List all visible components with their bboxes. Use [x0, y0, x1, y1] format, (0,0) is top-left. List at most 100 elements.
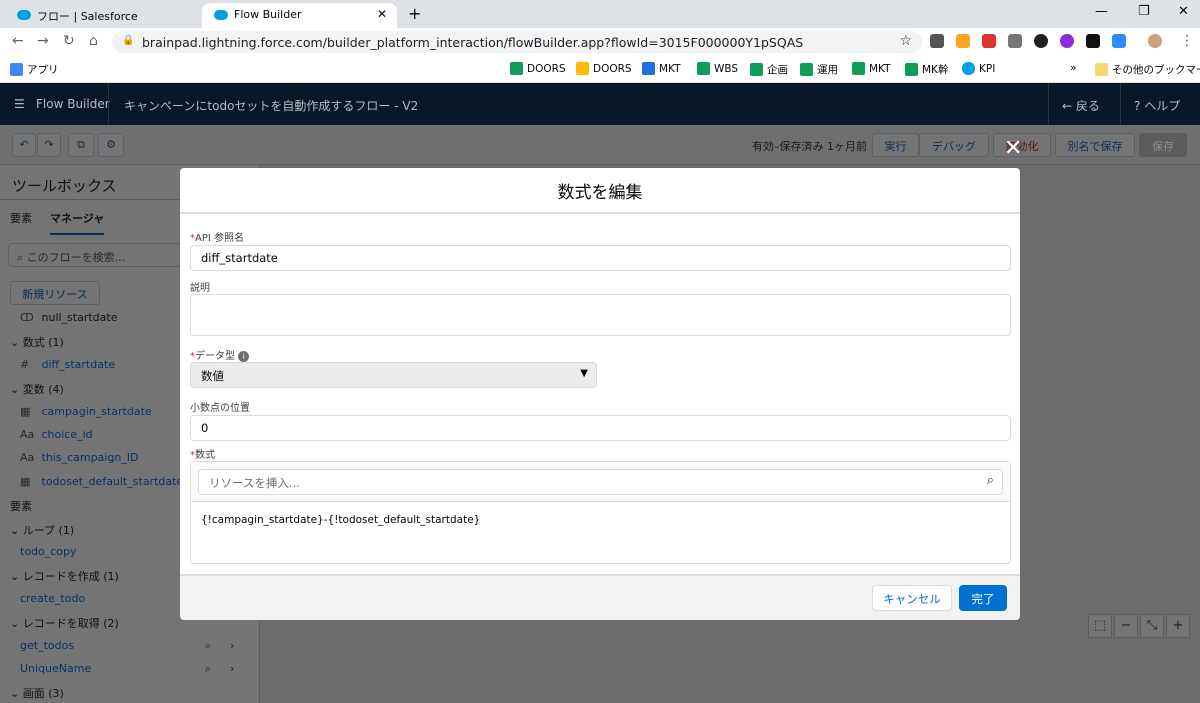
data-type-select[interactable]: 数値 ▼ — [190, 362, 597, 388]
search-icon[interactable]: ⌕ — [205, 662, 211, 676]
run-button[interactable]: 実行 — [872, 133, 919, 157]
minimize-button[interactable]: — — [1095, 4, 1108, 19]
zoom-out-icon[interactable]: − — [1114, 614, 1138, 638]
redo-icon[interactable]: ↷ — [37, 133, 61, 157]
extension-icon[interactable] — [1086, 34, 1100, 48]
app-launcher-icon[interactable]: ☰ — [14, 97, 25, 111]
modal-footer: キャンセル 完了 — [180, 574, 1020, 620]
undo-icon[interactable]: ↶ — [12, 133, 36, 157]
calendar-icon: ▦ — [20, 474, 31, 488]
text-icon: Aa — [20, 428, 35, 441]
copy-icon[interactable]: ⧉ — [68, 133, 94, 157]
browser-tab-active[interactable]: Flow Builder ✕ — [202, 3, 397, 28]
home-icon[interactable]: ⌂ — [89, 33, 98, 49]
bookmark[interactable]: DOORS — [510, 62, 566, 75]
chevron-right-icon[interactable]: › — [230, 639, 234, 652]
choice-icon: ↀ — [20, 311, 34, 324]
info-icon: i — [238, 351, 250, 362]
browser-tab[interactable]: フロー | Salesforce — [5, 3, 200, 28]
help-button[interactable]: ? ヘルプ — [1134, 97, 1180, 114]
close-tab-icon[interactable]: ✕ — [377, 7, 387, 21]
reload-icon[interactable]: ↻ — [63, 33, 75, 49]
decimal-places-input[interactable]: 0 — [190, 415, 1011, 441]
extension-icon[interactable] — [1008, 34, 1022, 48]
resource-item[interactable]: ↀ null_startdate — [20, 311, 117, 324]
formula-textarea[interactable]: {!campagin_startdate}-{!todoset_default_… — [191, 502, 1010, 538]
section-header[interactable]: ⌄ 数式 (1) — [10, 334, 64, 350]
extension-icon[interactable] — [930, 34, 944, 48]
chevron-right-icon[interactable]: › — [230, 662, 234, 675]
flow-title: キャンペーンにtodoセットを自動作成するフロー - V2 — [124, 99, 419, 113]
extension-icon[interactable] — [956, 34, 970, 48]
canvas-controls: ⬚ − ⤡ + — [1086, 614, 1190, 638]
debug-button[interactable]: デバッグ — [919, 133, 989, 157]
more-bookmarks[interactable]: » — [1070, 62, 1076, 74]
extension-icon[interactable] — [1060, 34, 1074, 48]
new-resource-button[interactable]: 新規リソース — [10, 281, 100, 305]
extension-icon[interactable] — [982, 34, 996, 48]
select-elements-icon[interactable]: ⬚ — [1088, 614, 1112, 638]
url-input[interactable]: 🔒 brainpad.lightning.force.com/builder_pl… — [112, 31, 922, 53]
section-header[interactable]: ⌄ 画面 (3) — [10, 685, 64, 701]
gear-icon[interactable]: ⚙ — [98, 133, 124, 157]
bookmark-apps[interactable]: アプリ — [10, 62, 59, 77]
save-as-button[interactable]: 別名で保存 — [1055, 133, 1135, 157]
resource-link[interactable]: get_todos ⌕ › — [20, 639, 245, 652]
fit-icon[interactable]: ⤡ — [1140, 614, 1164, 638]
save-button[interactable]: 保存 — [1139, 133, 1187, 157]
menu-icon[interactable]: ⋮ — [1180, 33, 1194, 49]
maximize-button[interactable]: ❐ — [1138, 4, 1150, 19]
bookmark[interactable]: 企画 — [750, 62, 788, 77]
salesforce-icon — [214, 10, 228, 20]
bookmark[interactable]: DOORS — [576, 62, 632, 75]
section-header[interactable]: ⌄ レコードを作成 (1) — [10, 568, 119, 584]
close-modal-icon[interactable]: ✕ — [1004, 136, 1022, 161]
resource-item[interactable]: Aa this_campaign_ID — [20, 451, 139, 464]
resource-item[interactable]: Aa choice_id — [20, 428, 93, 441]
bookmark[interactable]: KPI — [962, 62, 995, 75]
bookmark[interactable]: MK幹 — [905, 62, 948, 77]
forward-icon[interactable]: → — [37, 33, 49, 49]
zoom-in-icon[interactable]: + — [1166, 614, 1190, 638]
resource-item[interactable]: ▦ campagin_startdate — [20, 405, 152, 418]
other-bookmarks[interactable]: その他のブックマーク — [1095, 62, 1200, 77]
browser-tab-bar: フロー | Salesforce Flow Builder ✕ + — ❐ ✕ — [0, 0, 1200, 28]
extension-icon[interactable] — [1034, 34, 1048, 48]
description-textarea[interactable] — [190, 294, 1011, 336]
resource-item[interactable]: # diff_startdate — [20, 358, 115, 371]
back-icon[interactable]: ← — [12, 33, 24, 49]
bookmark[interactable]: MKT — [642, 62, 681, 75]
new-tab-button[interactable]: + — [408, 4, 421, 23]
resource-item[interactable]: ▦ todoset_default_startdate — [20, 475, 183, 488]
address-bar-row: ← → ↻ ⌂ 🔒 brainpad.lightning.force.com/bu… — [0, 28, 1200, 55]
section-header[interactable]: ⌄ ループ (1) — [10, 522, 74, 538]
tab-manager[interactable]: マネージャ — [50, 210, 105, 235]
bookmark-star-icon[interactable]: ☆ — [899, 33, 912, 49]
decimal-places-label: 小数点の位置 — [190, 403, 250, 414]
formula-label: *数式 — [190, 450, 215, 461]
done-button[interactable]: 完了 — [959, 585, 1007, 611]
bookmark[interactable]: 運用 — [800, 62, 838, 77]
edit-formula-modal: 数式を編集 *API 参照名 diff_startdate 説明 *データ型 i… — [180, 168, 1020, 620]
resource-link[interactable]: UniqueName ⌕ › — [20, 662, 245, 675]
api-name-input[interactable]: diff_startdate — [190, 245, 1011, 271]
toolbox-title: ツールボックス — [12, 177, 117, 195]
close-window-button[interactable]: ✕ — [1178, 4, 1189, 19]
description-label: 説明 — [190, 283, 210, 294]
data-type-label: *データ型 i — [190, 347, 250, 362]
cancel-button[interactable]: キャンセル — [872, 585, 952, 611]
chevron-down-icon: ⌄ — [10, 523, 20, 537]
avatar[interactable] — [1148, 34, 1162, 48]
search-icon: ⌕ — [986, 473, 994, 488]
extension-icon[interactable] — [1112, 34, 1126, 48]
back-button[interactable]: ← 戻る — [1062, 97, 1100, 114]
flow-builder-header: ☰ Flow Builder キャンペーンにtodoセットを自動作成するフロー … — [0, 83, 1200, 125]
insert-resource-input[interactable]: リソースを挿入... ⌕ — [198, 469, 1003, 495]
bookmark[interactable]: MKT — [852, 62, 891, 75]
search-icon[interactable]: ⌕ — [205, 639, 211, 653]
section-header[interactable]: ⌄ 変数 (4) — [10, 381, 64, 397]
bookmark[interactable]: WBS — [697, 62, 738, 75]
tab-elements[interactable]: 要素 — [10, 210, 32, 226]
section-header[interactable]: ⌄ レコードを取得 (2) — [10, 615, 119, 631]
section-heading: 要素 — [10, 500, 32, 514]
